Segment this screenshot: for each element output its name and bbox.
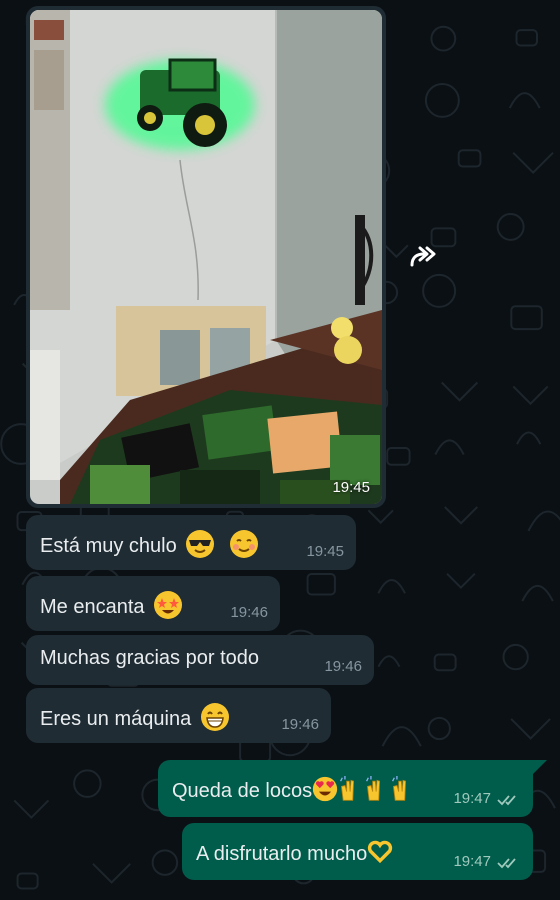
wallpaper-doodle	[496, 212, 525, 241]
message-timestamp: 19:46	[324, 658, 362, 675]
wallpaper-doodle	[367, 509, 394, 525]
wallpaper-doodle	[512, 385, 549, 406]
wallpaper-doodle	[433, 653, 457, 672]
wallpaper-doodle	[510, 718, 551, 740]
wallpaper-doodle	[521, 584, 554, 602]
heart-hands-emoji-icon	[368, 840, 393, 864]
wallpaper-doodle	[527, 510, 560, 532]
bedroom-photo[interactable]: 19:45	[30, 10, 382, 504]
message-text: Muchas gracias por todo	[40, 647, 260, 669]
wallpaper-doodle	[13, 799, 50, 819]
wallpaper-doodle	[422, 273, 457, 308]
wallpaper-doodle	[515, 29, 539, 47]
message-timestamp: 19:45	[306, 543, 344, 560]
star-struck-emoji-icon	[154, 591, 183, 619]
incoming-message[interactable]: Muchas gracias por todo 19:46	[26, 635, 374, 685]
incoming-message[interactable]: Está muy chulo 19:45	[26, 515, 356, 570]
wallpaper-doodle	[73, 769, 102, 798]
bubble-tail	[533, 760, 547, 774]
message-text: Está muy chulo	[40, 535, 177, 557]
forward-button[interactable]	[405, 238, 443, 276]
wallpaper-doodle	[430, 25, 457, 52]
smiling-face-emoji-icon	[229, 530, 258, 558]
wallpaper-doodle	[427, 716, 451, 741]
message-text: Queda de locos	[172, 780, 313, 802]
wallpaper-doodle	[151, 849, 179, 876]
double-check-icon	[497, 795, 516, 806]
message-text: Me encanta	[40, 596, 145, 618]
photo-message[interactable]: 19:45	[26, 6, 386, 508]
heart-eyes-emoji-icon	[312, 776, 338, 802]
forward-icon	[410, 246, 436, 267]
grinning-face-emoji-icon	[200, 703, 229, 731]
message-text: Eres un máquina	[40, 708, 192, 730]
wallpaper-doodle	[508, 92, 541, 109]
raising-hands-emoji-icon	[340, 776, 355, 801]
wallpaper-doodle	[377, 655, 401, 668]
incoming-message[interactable]: Eres un máquina 19:46	[26, 688, 331, 743]
double-check-icon	[497, 858, 516, 869]
wallpaper-doodle	[424, 82, 460, 118]
photo-timestamp: 19:45	[332, 479, 370, 496]
wallpaper-doodle	[92, 863, 131, 884]
message-timestamp: 19:47	[453, 853, 491, 870]
wallpaper-doodle	[381, 726, 422, 747]
sunglasses-emoji-icon	[186, 530, 215, 558]
wallpaper-doodle	[434, 439, 465, 455]
wallpaper-doodle	[516, 431, 542, 445]
wallpaper-doodle	[444, 506, 479, 525]
message-timestamp: 19:47	[453, 790, 491, 807]
wallpaper-doodle	[512, 151, 554, 175]
wallpaper-doodle	[306, 572, 336, 596]
wallpaper-doodle	[446, 573, 476, 590]
message-timestamp: 19:46	[281, 716, 319, 733]
wallpaper-doodle	[510, 305, 543, 331]
raising-hands-emoji-icon	[366, 776, 381, 801]
incoming-message[interactable]: Me encanta 19:46	[26, 576, 280, 631]
wallpaper-doodle	[441, 381, 479, 402]
message-timestamp: 19:46	[230, 604, 268, 621]
wallpaper-doodle	[377, 579, 406, 594]
outgoing-message[interactable]: Queda de locos 19:47	[158, 760, 533, 817]
wallpaper-doodle	[502, 643, 529, 671]
wallpaper-doodle	[457, 149, 482, 168]
message-text: A disfrutarlo mucho	[196, 843, 368, 865]
raising-hands-emoji-icon	[392, 776, 407, 801]
outgoing-message[interactable]: A disfrutarlo mucho 19:47	[182, 823, 533, 880]
wallpaper-doodle	[16, 872, 39, 890]
wallpaper-doodle	[386, 446, 411, 466]
